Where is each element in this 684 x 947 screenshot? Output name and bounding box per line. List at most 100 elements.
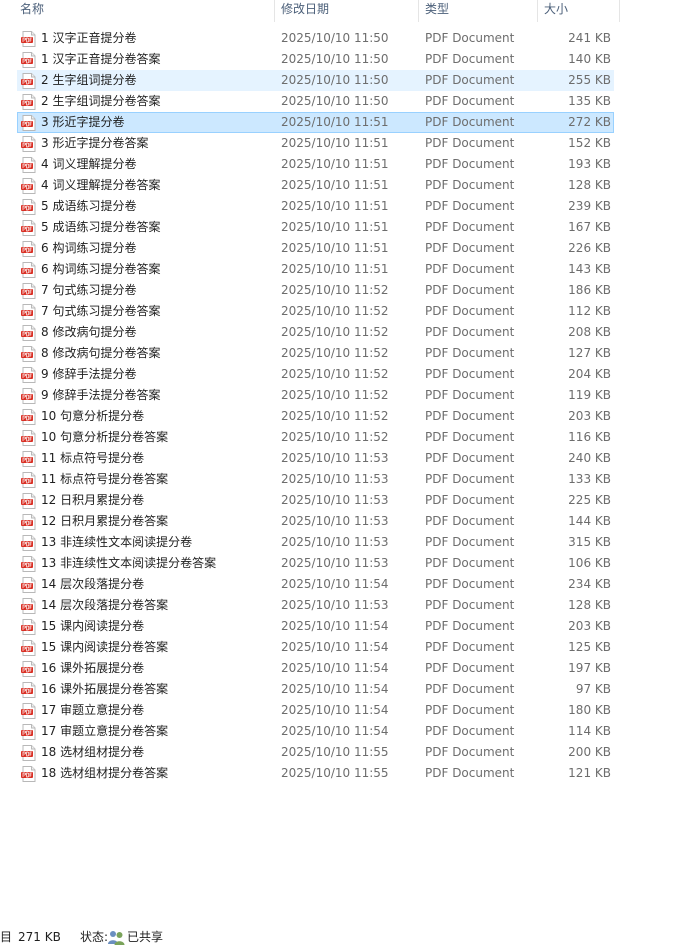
file-row[interactable]: 18 选材组材提分卷 2025/10/10 11:55 PDF Document 20… xyxy=(0,742,620,763)
file-row[interactable]: 7 句式练习提分卷答案 2025/10/10 11:52 PDF Document 1… xyxy=(0,301,620,322)
pdf-file-icon xyxy=(21,430,37,446)
column-header-name[interactable]: 名称 xyxy=(14,0,275,22)
file-row[interactable]: 9 修辞手法提分卷答案 2025/10/10 11:52 PDF Document 1… xyxy=(0,385,620,406)
file-date-modified: 2025/10/10 11:55 xyxy=(281,766,389,780)
file-row[interactable]: 3 形近字提分卷答案 2025/10/10 11:51 PDF Document 15… xyxy=(0,133,620,154)
file-row[interactable]: 2 生字组词提分卷 2025/10/10 11:50 PDF Document 255… xyxy=(0,70,620,91)
file-row[interactable]: 15 课内阅读提分卷 2025/10/10 11:54 PDF Document 20… xyxy=(0,616,620,637)
file-name: 2 生字组词提分卷答案 xyxy=(41,94,161,108)
file-name: 13 非连续性文本阅读提分卷 xyxy=(41,535,193,549)
column-header-size[interactable]: 大小 xyxy=(538,0,620,22)
file-list: 1 汉字正音提分卷 2025/10/10 11:50 PDF Document 241… xyxy=(0,28,620,784)
file-name: 12 日积月累提分卷 xyxy=(41,493,145,507)
file-row[interactable]: 15 课内阅读提分卷答案 2025/10/10 11:54 PDF Document… xyxy=(0,637,620,658)
file-name: 11 标点符号提分卷答案 xyxy=(41,472,169,486)
file-type: PDF Document xyxy=(425,52,515,66)
file-size: 97 KB xyxy=(575,682,611,696)
file-type: PDF Document xyxy=(425,241,515,255)
file-row[interactable]: 8 修改病句提分卷答案 2025/10/10 11:52 PDF Document 1… xyxy=(0,343,620,364)
file-name: 7 句式练习提分卷答案 xyxy=(41,304,161,318)
file-size: 133 KB xyxy=(568,472,611,486)
file-row[interactable]: 16 课外拓展提分卷 2025/10/10 11:54 PDF Document 19… xyxy=(0,658,620,679)
file-date-modified: 2025/10/10 11:54 xyxy=(281,682,389,696)
pdf-file-icon xyxy=(21,220,37,236)
file-row[interactable]: 4 词义理解提分卷答案 2025/10/10 11:51 PDF Document 1… xyxy=(0,175,620,196)
file-row[interactable]: 5 成语练习提分卷 2025/10/10 11:51 PDF Document 239… xyxy=(0,196,620,217)
file-date-modified: 2025/10/10 11:52 xyxy=(281,430,389,444)
file-row[interactable]: 11 标点符号提分卷答案 2025/10/10 11:53 PDF Document… xyxy=(0,469,620,490)
file-date-modified: 2025/10/10 11:53 xyxy=(281,493,389,507)
file-type: PDF Document xyxy=(425,451,515,465)
file-row[interactable]: 6 构词练习提分卷答案 2025/10/10 11:51 PDF Document 1… xyxy=(0,259,620,280)
file-row[interactable]: 9 修辞手法提分卷 2025/10/10 11:52 PDF Document 204… xyxy=(0,364,620,385)
file-name: 15 课内阅读提分卷答案 xyxy=(41,640,169,654)
file-name: 2 生字组词提分卷 xyxy=(41,73,137,87)
pdf-file-icon xyxy=(21,640,37,656)
file-size: 225 KB xyxy=(568,493,611,507)
file-row[interactable]: 12 日积月累提分卷答案 2025/10/10 11:53 PDF Document… xyxy=(0,511,620,532)
file-size: 128 KB xyxy=(568,178,611,192)
file-row[interactable]: 11 标点符号提分卷 2025/10/10 11:53 PDF Document 24… xyxy=(0,448,620,469)
pdf-file-icon xyxy=(21,556,37,572)
pdf-file-icon xyxy=(21,388,37,404)
file-row[interactable]: 16 课外拓展提分卷答案 2025/10/10 11:54 PDF Document… xyxy=(0,679,620,700)
file-type: PDF Document xyxy=(425,598,515,612)
file-row[interactable]: 18 选材组材提分卷答案 2025/10/10 11:55 PDF Document… xyxy=(0,763,620,784)
file-row[interactable]: 8 修改病句提分卷 2025/10/10 11:52 PDF Document 208… xyxy=(0,322,620,343)
pdf-file-icon xyxy=(21,514,37,530)
file-type: PDF Document xyxy=(425,514,515,528)
file-date-modified: 2025/10/10 11:53 xyxy=(281,535,389,549)
file-explorer-window: 名称 修改日期 类型 大小 1 汉字正音提分卷 2025/10/10 11:50 P… xyxy=(0,0,684,947)
file-size: 226 KB xyxy=(568,241,611,255)
file-name: 14 层次段落提分卷答案 xyxy=(41,598,169,612)
pdf-file-icon xyxy=(21,283,37,299)
pdf-file-icon xyxy=(21,178,37,194)
file-row[interactable]: 10 句意分析提分卷答案 2025/10/10 11:52 PDF Document… xyxy=(0,427,620,448)
pdf-file-icon xyxy=(21,346,37,362)
pdf-file-icon xyxy=(21,199,37,215)
column-header-bar: 名称 修改日期 类型 大小 xyxy=(0,0,620,22)
status-item-count: 目 xyxy=(0,930,13,944)
file-name: 7 句式练习提分卷 xyxy=(41,283,137,297)
pdf-file-icon xyxy=(21,31,37,47)
file-type: PDF Document xyxy=(425,619,515,633)
file-row[interactable]: 1 汉字正音提分卷答案 2025/10/10 11:50 PDF Document 1… xyxy=(0,49,620,70)
file-date-modified: 2025/10/10 11:53 xyxy=(281,514,389,528)
pdf-file-icon xyxy=(21,682,37,698)
file-row[interactable]: 6 构词练习提分卷 2025/10/10 11:51 PDF Document 226… xyxy=(0,238,620,259)
pdf-file-icon xyxy=(21,745,37,761)
file-row[interactable]: 4 词义理解提分卷 2025/10/10 11:51 PDF Document 193… xyxy=(0,154,620,175)
file-name: 9 修辞手法提分卷答案 xyxy=(41,388,161,402)
file-type: PDF Document xyxy=(425,367,515,381)
pdf-file-icon xyxy=(21,94,37,110)
file-size: 240 KB xyxy=(568,451,611,465)
file-type: PDF Document xyxy=(425,220,515,234)
file-name: 5 成语练习提分卷答案 xyxy=(41,220,161,234)
column-header-type[interactable]: 类型 xyxy=(419,0,538,22)
file-row[interactable]: 13 非连续性文本阅读提分卷 2025/10/10 11:53 PDF Docume… xyxy=(0,532,620,553)
file-row[interactable]: 10 句意分析提分卷 2025/10/10 11:52 PDF Document 20… xyxy=(0,406,620,427)
file-row[interactable]: 14 层次段落提分卷答案 2025/10/10 11:53 PDF Document… xyxy=(0,595,620,616)
pdf-file-icon xyxy=(21,73,37,89)
file-size: 144 KB xyxy=(568,514,611,528)
file-name: 13 非连续性文本阅读提分卷答案 xyxy=(41,556,217,570)
file-row[interactable]: 1 汉字正音提分卷 2025/10/10 11:50 PDF Document 241… xyxy=(0,28,620,49)
file-row[interactable]: 12 日积月累提分卷 2025/10/10 11:53 PDF Document 22… xyxy=(0,490,620,511)
file-size: 197 KB xyxy=(568,661,611,675)
file-row[interactable]: 17 审题立意提分卷答案 2025/10/10 11:54 PDF Document… xyxy=(0,721,620,742)
file-type: PDF Document xyxy=(425,472,515,486)
pdf-file-icon xyxy=(21,52,37,68)
file-date-modified: 2025/10/10 11:53 xyxy=(281,556,389,570)
file-row[interactable]: 2 生字组词提分卷答案 2025/10/10 11:50 PDF Document 1… xyxy=(0,91,620,112)
file-row[interactable]: 14 层次段落提分卷 2025/10/10 11:54 PDF Document 23… xyxy=(0,574,620,595)
file-name: 3 形近字提分卷答案 xyxy=(41,136,149,150)
file-row[interactable]: 5 成语练习提分卷答案 2025/10/10 11:51 PDF Document 1… xyxy=(0,217,620,238)
file-size: 152 KB xyxy=(568,136,611,150)
file-row[interactable]: 13 非连续性文本阅读提分卷答案 2025/10/10 11:53 PDF Docu… xyxy=(0,553,620,574)
file-row[interactable]: 17 审题立意提分卷 2025/10/10 11:54 PDF Document 18… xyxy=(0,700,620,721)
file-date-modified: 2025/10/10 11:52 xyxy=(281,367,389,381)
file-row[interactable]: 7 句式练习提分卷 2025/10/10 11:52 PDF Document 186… xyxy=(0,280,620,301)
file-row[interactable]: 3 形近字提分卷 2025/10/10 11:51 PDF Document 272 … xyxy=(0,112,620,133)
column-header-date-modified[interactable]: 修改日期 xyxy=(275,0,419,22)
file-date-modified: 2025/10/10 11:52 xyxy=(281,388,389,402)
